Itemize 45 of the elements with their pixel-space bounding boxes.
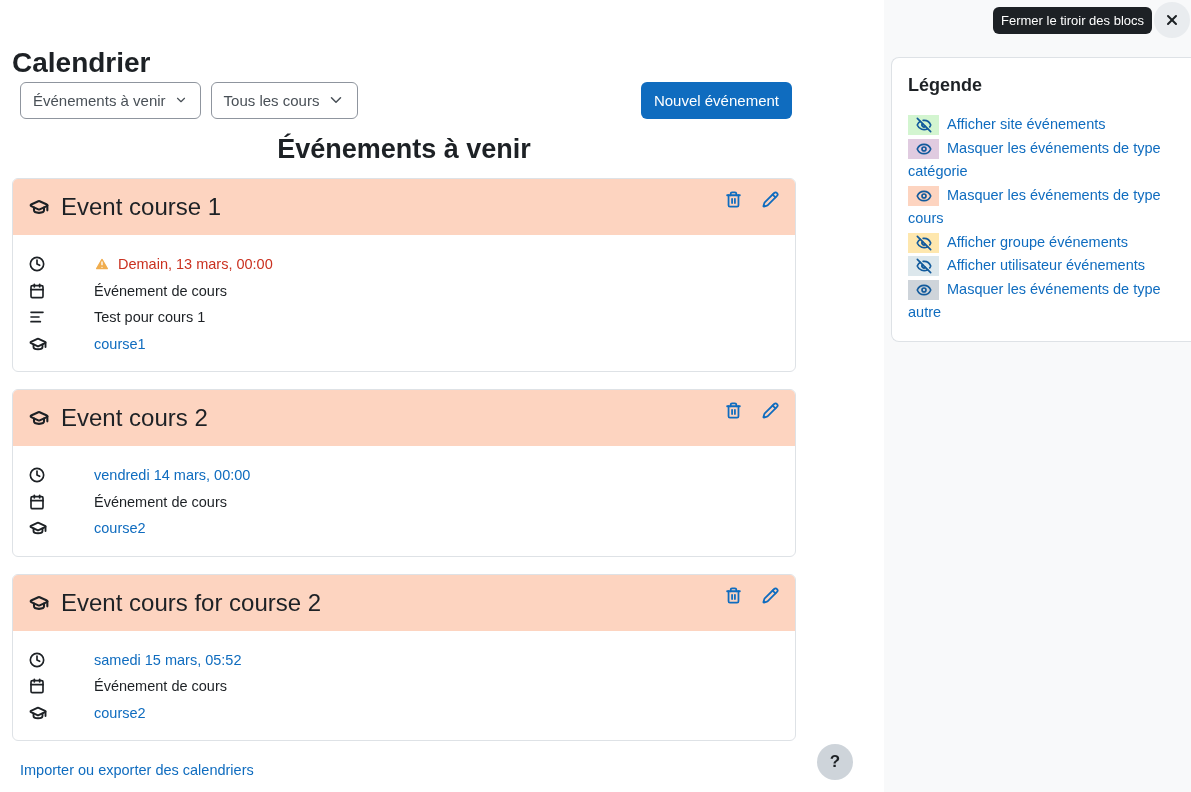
import-export-link[interactable]: Importer ou exporter des calendriers (20, 762, 796, 778)
delete-button[interactable] (725, 402, 742, 419)
legend-link[interactable]: Afficher utilisateur événements (908, 254, 1175, 278)
legend-link[interactable]: Masquer les événements de type catégorie (908, 136, 1175, 184)
clock-icon (29, 651, 45, 668)
event-title: Event cours 2 (61, 404, 209, 432)
close-button[interactable] (1154, 2, 1190, 38)
event-detail: Événement de cours (94, 493, 227, 510)
help-button[interactable]: ? (817, 744, 853, 780)
event-detail: Événement de cours (94, 282, 227, 299)
close-icon (1164, 12, 1180, 28)
delete-button[interactable] (725, 191, 742, 208)
clock-icon (29, 467, 45, 484)
page-title: Calendrier (12, 46, 152, 80)
clock-icon (29, 256, 45, 273)
event-link[interactable]: samedi 15 mars, 05:52 (94, 651, 242, 668)
filter-dropdown[interactable]: Événements à venir (20, 81, 201, 119)
tooltip: Fermer le tiroir des blocs (993, 7, 1153, 34)
delete-button[interactable] (725, 586, 742, 604)
legend-link[interactable]: Afficher groupe événements (908, 230, 1175, 254)
event-link[interactable]: course1 (94, 335, 146, 352)
event-link[interactable]: course2 (94, 520, 146, 537)
calendar-icon (29, 493, 45, 510)
legend-link[interactable]: Masquer les événements de type cours (908, 183, 1175, 231)
edit-button[interactable] (762, 402, 779, 419)
filter-dropdown[interactable]: Tous les cours (210, 81, 359, 119)
graduation-cap-icon (29, 408, 49, 428)
calendar-icon (29, 282, 45, 299)
new-event-button[interactable]: Nouvel événement (640, 81, 792, 119)
event-link[interactable]: course2 (94, 704, 146, 721)
event-detail: Test pour cours 1 (94, 309, 206, 326)
event-link[interactable]: vendredi 14 mars, 00:00 (94, 467, 251, 484)
event-title: Event course 1 (61, 193, 223, 221)
event-link[interactable]: Demain, 13 mars, 00:00 (118, 256, 273, 273)
text-lines-icon (29, 309, 45, 326)
calendar-icon (29, 678, 45, 695)
section-heading: Événements à venir (276, 132, 532, 166)
edit-button[interactable] (762, 191, 779, 208)
event-title: Event cours for course 2 (61, 588, 323, 617)
event-detail: Événement de cours (94, 678, 227, 695)
legend-title: Légende (908, 75, 983, 96)
graduation-cap-icon (29, 197, 49, 217)
legend-link[interactable]: Masquer les événements de type autre (908, 277, 1175, 325)
edit-button[interactable] (762, 586, 779, 604)
legend-link[interactable]: Afficher site événements (908, 113, 1175, 137)
